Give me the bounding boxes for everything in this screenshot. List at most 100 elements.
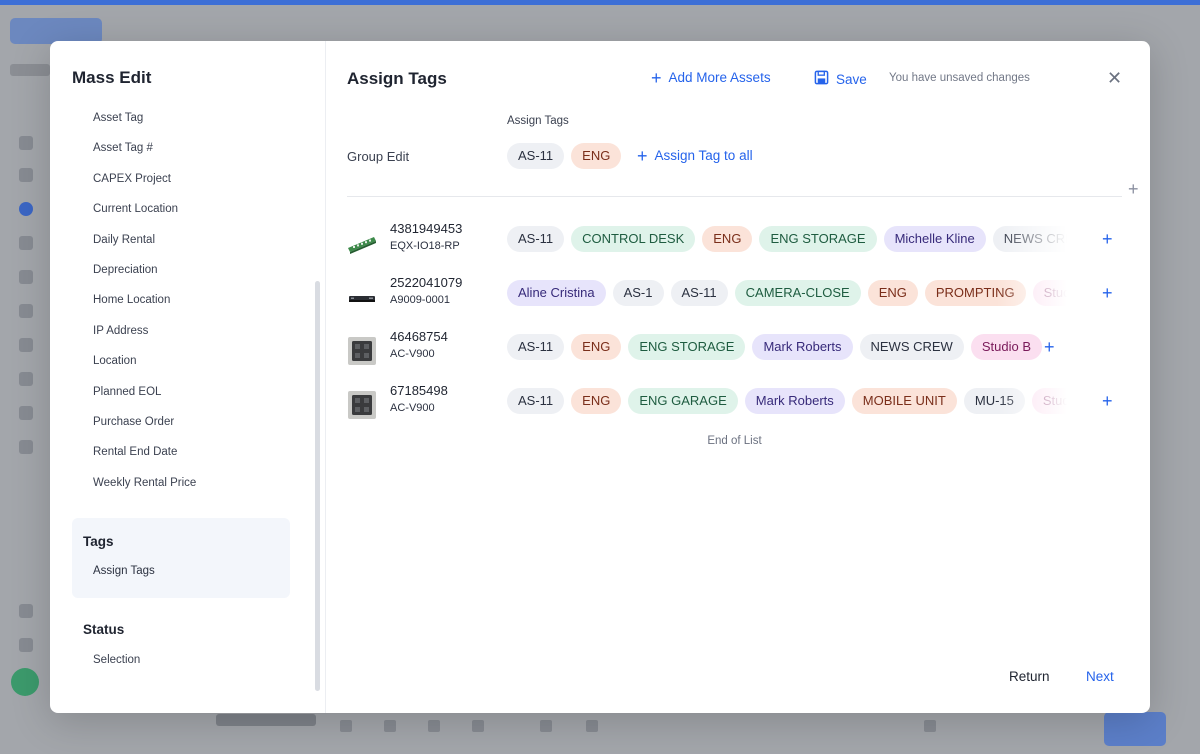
save-icon bbox=[814, 70, 829, 88]
add-more-assets-button[interactable]: + Add More Assets bbox=[651, 67, 771, 88]
assign-tag-to-all-label: Assign Tag to all bbox=[654, 148, 753, 163]
asset-tag[interactable]: Studio bbox=[1032, 280, 1067, 306]
background-sidebar-icon bbox=[19, 338, 33, 352]
asset-number: 4381949453 bbox=[390, 221, 463, 236]
field-navigation-panel: Mass Edit Asset Tag Asset Tag # CAPEX Pr… bbox=[50, 41, 326, 713]
asset-tag[interactable]: CAMERA-CLOSE bbox=[734, 280, 861, 306]
background-toolbar-icon bbox=[428, 720, 440, 732]
background-top-bar bbox=[0, 0, 1200, 5]
asset-model: A9009-0001 bbox=[390, 294, 450, 306]
add-tag-plus-icon[interactable]: + bbox=[1102, 226, 1113, 252]
asset-tag[interactable]: MOBILE UNIT bbox=[851, 388, 957, 414]
group-edit-label: Group Edit bbox=[347, 149, 410, 164]
asset-tag[interactable]: AS-11 bbox=[670, 280, 728, 306]
modal-title: Mass Edit bbox=[72, 68, 152, 87]
left-panel-scrollbar[interactable] bbox=[315, 281, 320, 691]
nav-item-selection[interactable]: Selection bbox=[93, 654, 140, 666]
return-button[interactable]: Return bbox=[1009, 669, 1050, 684]
asset-tag[interactable]: NEWS CREW bbox=[992, 226, 1067, 252]
asset-tag[interactable]: Michelle Kline bbox=[883, 226, 986, 252]
asset-tag[interactable]: ENG bbox=[571, 334, 622, 360]
asset-tag[interactable]: Studio bbox=[1031, 388, 1067, 414]
assign-tag-to-all-button[interactable]: + Assign Tag to all bbox=[637, 147, 753, 165]
asset-tags: AS-11 ENG ENG GARAGE Mark Roberts MOBILE… bbox=[507, 388, 1067, 416]
background-sidebar-icon bbox=[19, 236, 33, 250]
field-item-asset-tag[interactable]: Asset Tag bbox=[93, 110, 196, 140]
field-list: Asset Tag Asset Tag # CAPEX Project Curr… bbox=[93, 110, 196, 505]
add-tag-plus-icon[interactable]: + bbox=[1102, 388, 1113, 414]
asset-tag[interactable]: ENG STORAGE bbox=[759, 226, 877, 252]
field-item-ip-address[interactable]: IP Address bbox=[93, 323, 196, 353]
asset-number: 67185498 bbox=[390, 383, 448, 398]
asset-tag[interactable]: AS-1 bbox=[612, 280, 664, 306]
background-toolbar-icon bbox=[586, 720, 598, 732]
background-sidebar-icon bbox=[19, 168, 33, 182]
background-sidebar-icon bbox=[19, 202, 33, 216]
asset-tag[interactable]: ENG GARAGE bbox=[628, 388, 738, 414]
background-avatar bbox=[11, 668, 39, 696]
field-item-current-location[interactable]: Current Location bbox=[93, 201, 196, 231]
unsaved-changes-notice: You have unsaved changes bbox=[889, 72, 1030, 84]
asset-tag[interactable]: MU-15 bbox=[963, 388, 1025, 414]
background-toolbar-icon bbox=[340, 720, 352, 732]
field-item-daily-rental[interactable]: Daily Rental bbox=[93, 232, 196, 262]
asset-tag[interactable]: AS-11 bbox=[507, 388, 565, 414]
save-button[interactable]: Save bbox=[814, 70, 867, 88]
asset-tag[interactable]: CONTROL DESK bbox=[571, 226, 696, 252]
asset-model: AC-V900 bbox=[390, 402, 435, 414]
background-sidebar-icon bbox=[19, 304, 33, 318]
group-tag[interactable]: AS-11 bbox=[507, 143, 565, 169]
add-more-assets-label: Add More Assets bbox=[668, 70, 771, 85]
background-sidebar-icon bbox=[19, 372, 33, 386]
tags-section: Tags Assign Tags bbox=[72, 518, 290, 598]
asset-tag[interactable]: ENG bbox=[867, 280, 918, 306]
background-sidebar-label bbox=[10, 64, 50, 76]
field-item-location[interactable]: Location bbox=[93, 353, 196, 383]
background-toolbar-icon bbox=[924, 720, 936, 732]
asset-tag[interactable]: ENG bbox=[571, 388, 622, 414]
background-sidebar-icon bbox=[19, 638, 33, 652]
asset-model: AC-V900 bbox=[390, 348, 435, 360]
background-toolbar-icon bbox=[472, 720, 484, 732]
asset-tag[interactable]: ENG bbox=[702, 226, 753, 252]
background-primary-button bbox=[1104, 712, 1166, 746]
field-item-asset-tag-number[interactable]: Asset Tag # bbox=[93, 140, 196, 170]
asset-tag[interactable]: Mark Roberts bbox=[744, 388, 845, 414]
add-tag-plus-icon[interactable]: + bbox=[1044, 334, 1055, 360]
end-of-list: End of List bbox=[707, 435, 762, 447]
asset-tag[interactable]: PROMPTING bbox=[924, 280, 1026, 306]
field-item-depreciation[interactable]: Depreciation bbox=[93, 262, 196, 292]
background-quick-actions-label bbox=[216, 714, 316, 726]
field-item-capex-project[interactable]: CAPEX Project bbox=[93, 171, 196, 201]
wall-plate-thumbnail bbox=[347, 336, 377, 366]
asset-tag[interactable]: NEWS CREW bbox=[859, 334, 964, 360]
add-tag-plus-icon[interactable]: + bbox=[1102, 280, 1113, 306]
asset-tag[interactable]: AS-11 bbox=[507, 226, 565, 252]
close-icon[interactable]: ✕ bbox=[1107, 68, 1122, 88]
asset-row: 2522041079 A9009-0001 Aline Cristina AS-… bbox=[347, 275, 1122, 315]
asset-tag[interactable]: ENG STORAGE bbox=[628, 334, 746, 360]
rack-unit-thumbnail bbox=[347, 282, 377, 312]
next-button[interactable]: Next bbox=[1086, 669, 1114, 684]
section-title: Assign Tags bbox=[347, 69, 447, 88]
field-item-rental-end-date[interactable]: Rental End Date bbox=[93, 444, 196, 474]
nav-item-assign-tags[interactable]: Assign Tags bbox=[93, 565, 155, 577]
asset-tag[interactable]: AS-11 bbox=[507, 334, 565, 360]
background-sidebar-icon bbox=[19, 440, 33, 454]
field-item-purchase-order[interactable]: Purchase Order bbox=[93, 414, 196, 444]
plus-icon[interactable]: + bbox=[1128, 179, 1139, 200]
asset-row: 46468754 AC-V900 AS-11 ENG ENG STORAGE M… bbox=[347, 329, 1122, 369]
field-item-planned-eol[interactable]: Planned EOL bbox=[93, 384, 196, 414]
asset-number: 2522041079 bbox=[390, 275, 463, 290]
group-tag[interactable]: ENG bbox=[571, 143, 622, 169]
asset-tag[interactable]: Studio B bbox=[970, 334, 1042, 360]
field-item-home-location[interactable]: Home Location bbox=[93, 292, 196, 322]
asset-model: EQX-IO18-RP bbox=[390, 240, 460, 252]
background-toolbar-icon bbox=[540, 720, 552, 732]
asset-row: 67185498 AC-V900 AS-11 ENG ENG GARAGE Ma… bbox=[347, 383, 1122, 423]
asset-tag[interactable]: Mark Roberts bbox=[752, 334, 853, 360]
plus-icon: + bbox=[651, 67, 662, 88]
field-item-weekly-rental-price[interactable]: Weekly Rental Price bbox=[93, 475, 196, 505]
asset-tag[interactable]: Aline Cristina bbox=[507, 280, 606, 306]
group-tags: AS-11 ENG bbox=[507, 143, 622, 169]
